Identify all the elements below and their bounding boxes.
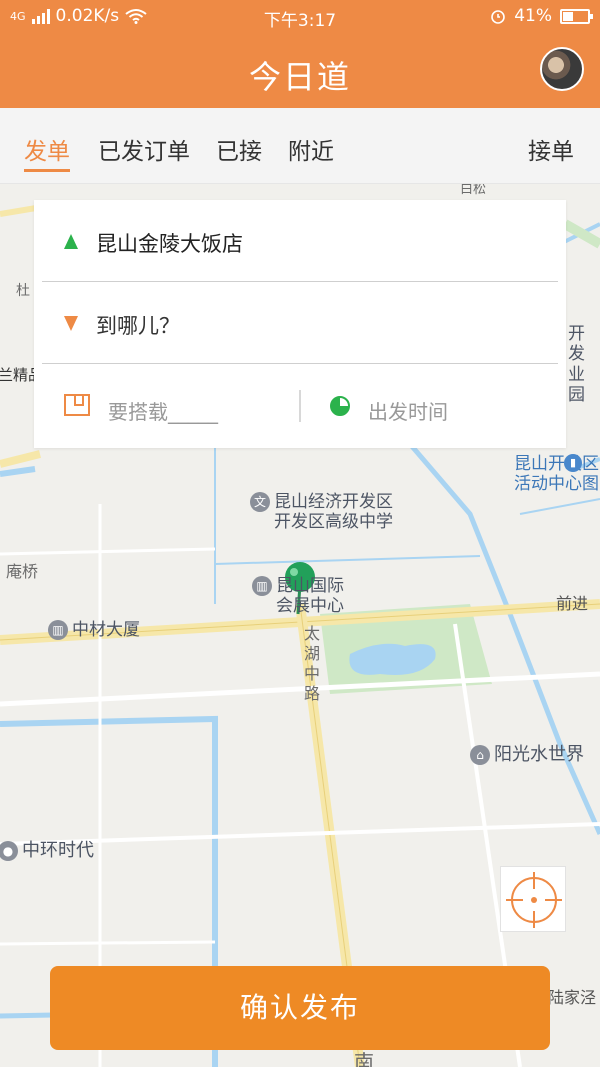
destination-marker-icon [64,316,78,331]
place-icon: ● [0,841,18,861]
status-right: 41% [490,6,593,26]
battery-percent: 41% [514,6,552,26]
clock-icon [330,396,350,416]
school-icon: 文 [250,492,270,512]
building-icon: ▥ [48,620,68,640]
box-icon [64,394,90,416]
road-label-taihu: 太湖中路 [304,624,321,703]
poi-activity-center[interactable]: 昆山开发区 活动中心图 [514,454,599,495]
tab-accept-order[interactable]: 接单 [528,132,574,166]
crosshair-icon [506,872,562,928]
app-header: 今日道 [0,34,600,108]
poi-dev-zone-school[interactable]: 文昆山经济开发区 开发区高级中学 [250,492,393,533]
status-bar: 4G 0.02K/s 下午3:17 41% [0,0,600,34]
route-form-card: 昆山金陵大饭店 到哪儿？ 要搭载_____ 出发时间 [34,200,566,448]
road-label-du: 杜 [16,283,30,299]
locate-button[interactable] [500,866,566,932]
road-label-lujia: 陆家泾 [548,988,597,1007]
tab-accepted[interactable]: 已接 [216,132,262,166]
divider [42,363,558,364]
home-icon: ⌂ [470,745,490,765]
tab-post-order[interactable]: 发单 [24,132,70,172]
destination-field[interactable]: 到哪儿？ [96,310,180,340]
tab-bar: 发单 已发订单 已接 附近 接单 [0,108,600,184]
tab-nearby[interactable]: 附近 [288,132,334,166]
tab-posted-orders[interactable]: 已发订单 [98,132,190,166]
poi-convention-center[interactable]: ▥ 昆山国际 会展中心 [252,576,344,617]
poi-zhongcai-building[interactable]: ▥ 中材大厦 [48,620,140,640]
destination-row[interactable]: 到哪儿？ [34,282,566,364]
origin-row[interactable]: 昆山金陵大饭店 [34,200,566,282]
poi-zhonghuan-times[interactable]: ● 中环时代 [0,840,94,862]
road-label-baisong: 白松 [460,184,487,197]
poi-sunshine-water-world[interactable]: ⌂ 阳光水世界 [470,744,584,766]
library-icon: ▮ [564,454,582,472]
load-field[interactable]: 要搭载_____ [108,396,218,425]
road-label-qianjin: 前进 [556,594,589,613]
departure-time-field[interactable]: 出发时间 [368,396,448,425]
origin-marker-icon [64,234,78,249]
poi-dev-zone-partial: 开发 业园 [568,324,585,406]
battery-icon [560,8,593,24]
alarm-icon [491,10,506,24]
museum-icon: ▥ [252,576,272,596]
origin-field[interactable]: 昆山金陵大饭店 [96,228,243,258]
divider [299,390,301,422]
road-label-pangqiao: 庵桥 [6,562,39,581]
app-title: 今日道 [248,58,351,96]
confirm-publish-button[interactable]: 确认发布 [50,966,550,1050]
avatar[interactable] [540,47,584,91]
